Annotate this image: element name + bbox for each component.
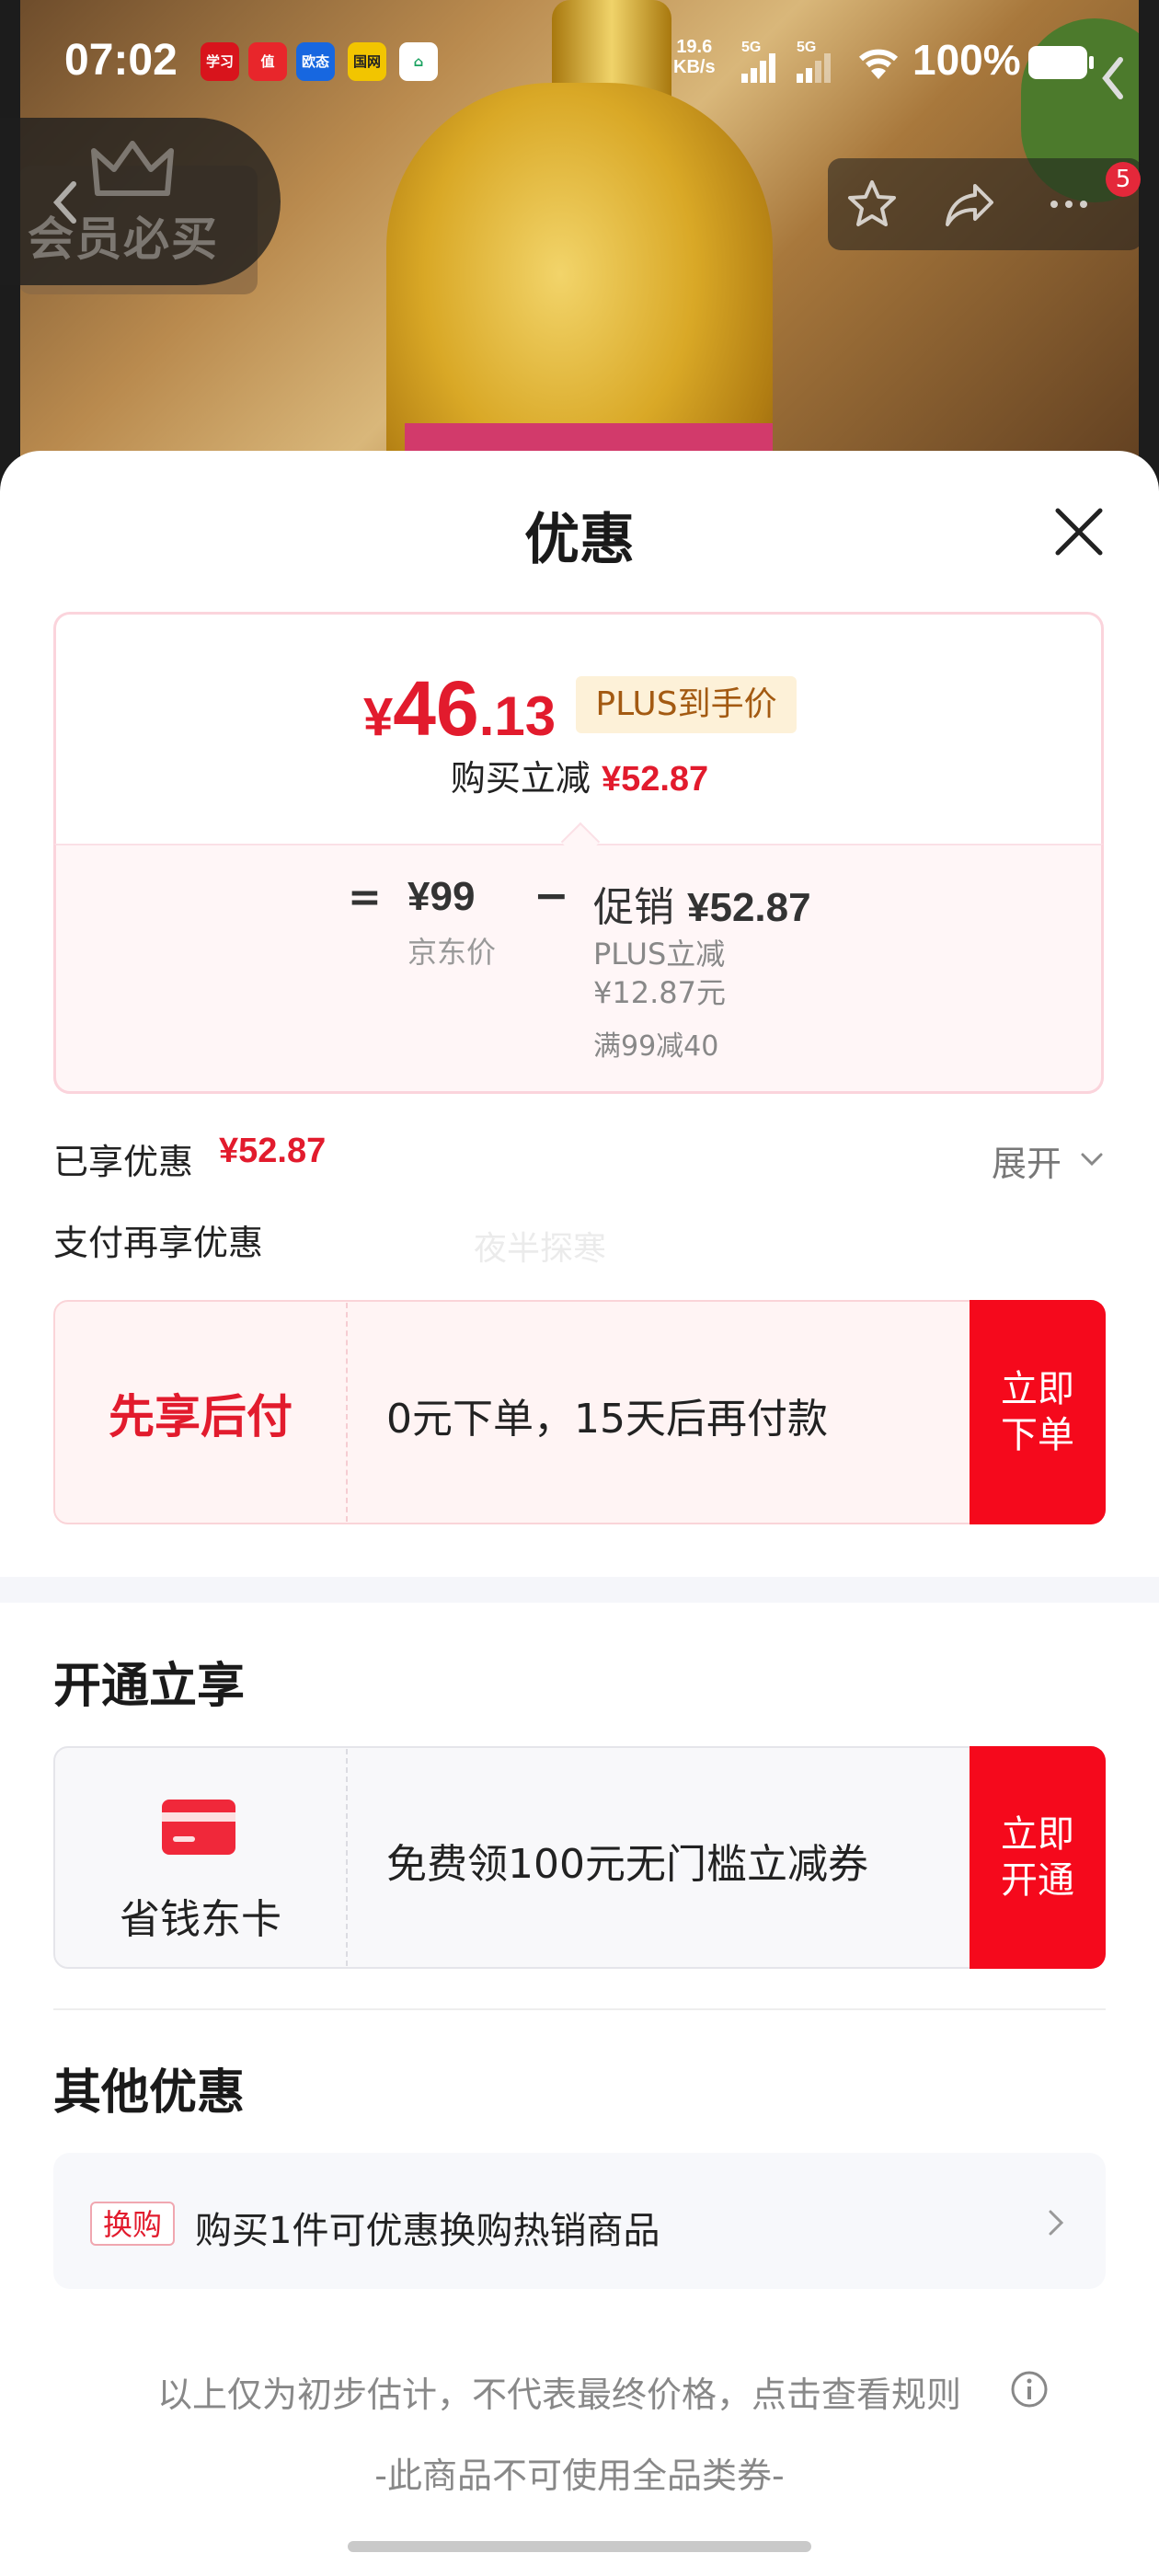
- disclaimer-link[interactable]: 以上仅为初步估计，不代表最终价格，点击查看规则: [0, 2366, 1159, 2417]
- equals-sign: =: [348, 874, 382, 921]
- card-name: 省钱东卡: [120, 1896, 281, 1943]
- divider: [53, 2008, 1106, 2010]
- cart-count-badge: 5: [1106, 162, 1141, 197]
- open-now-button[interactable]: 立即开通: [970, 1746, 1106, 1969]
- section-separator: [0, 1577, 1159, 1603]
- share-icon[interactable]: [942, 177, 997, 232]
- no-coupon-note: -此商品不可使用全品类券-: [374, 2455, 785, 2496]
- favorite-star-icon[interactable]: [844, 177, 900, 232]
- clock: 07:02: [64, 36, 178, 85]
- other-offers-title: 其他优惠: [53, 2065, 246, 2121]
- close-icon[interactable]: [1049, 501, 1109, 562]
- sheet-title: 优惠: [524, 508, 635, 572]
- swap-tag: 换购: [90, 2202, 175, 2246]
- member-label: 会员必买: [28, 213, 219, 266]
- crown-icon: [91, 141, 174, 196]
- promo-detail-plus-amount: ¥12.87元: [593, 975, 726, 1010]
- promo-total: 促销 ¥52.87: [593, 874, 811, 933]
- oupu-icon: 欧态: [296, 42, 335, 81]
- enjoyed-discount-label: 已享优惠: [53, 1142, 194, 1182]
- mall-icon: 国网: [348, 42, 386, 81]
- signal-1-icon: 5G: [741, 40, 775, 83]
- watermark: 夜半探寒: [474, 1230, 607, 1268]
- pay-more-discount-label: 支付再享优惠: [53, 1223, 264, 1263]
- final-price: ¥46.13: [363, 665, 557, 752]
- promo-value: ¥52.87: [687, 885, 811, 930]
- divider: [346, 1749, 348, 1966]
- battery-icon: [1028, 46, 1094, 79]
- divider: [346, 1303, 348, 1522]
- open-section-title: 开通立享: [53, 1659, 246, 1714]
- jd-price-label: 京东价: [407, 935, 497, 970]
- zhi-icon: 值: [248, 42, 287, 81]
- promo-detail-plus: PLUS立减: [593, 937, 726, 972]
- bnpl-description: 0元下单，15天后再付款: [386, 1396, 828, 1443]
- home-app-icon: ⌂: [399, 42, 438, 81]
- price-breakdown-panel: [53, 844, 1104, 1094]
- jd-price: ¥99: [407, 874, 476, 919]
- expand-button[interactable]: 展开: [992, 1135, 1061, 1186]
- app-red-icon: 学习: [201, 42, 239, 81]
- minus-sign: −: [534, 870, 569, 920]
- bnpl-title: 先享后付: [109, 1390, 293, 1443]
- reduce-label: 购买立减: [450, 758, 591, 799]
- status-bar: 07:02 学习 值 欧态 国网 ⌂ 19.6 KB/s 5G 5G 100%: [0, 0, 1159, 129]
- wifi-icon: [858, 49, 899, 79]
- svg-text:5G: 5G: [797, 40, 816, 55]
- battery-percent: 100%: [912, 36, 1021, 84]
- order-now-button[interactable]: 立即下单: [970, 1300, 1106, 1524]
- plus-price-tag: PLUS到手价: [576, 676, 797, 733]
- info-icon[interactable]: [1009, 2369, 1050, 2409]
- swap-description: 购买1件可优惠换购热销商品: [195, 2210, 660, 2252]
- card-icon: [162, 1800, 235, 1855]
- reduce-value: ¥52.87: [601, 760, 709, 799]
- svg-text:5G: 5G: [741, 40, 761, 55]
- chevron-down-icon[interactable]: [1078, 1145, 1106, 1173]
- network-speed: 19.6 KB/s: [673, 37, 716, 77]
- home-indicator[interactable]: [348, 2541, 811, 2552]
- more-icon[interactable]: [1041, 177, 1096, 232]
- edge-back-icon[interactable]: [1095, 51, 1131, 106]
- chevron-right-icon[interactable]: [1041, 2206, 1069, 2239]
- promo-label: 促销: [593, 884, 674, 931]
- promo-detail-full-reduction: 满99减40: [593, 1030, 719, 1063]
- signal-2-icon: 5G: [797, 40, 831, 83]
- card-description: 免费领100元无门槛立减券: [386, 1841, 868, 1888]
- instant-reduce-line: 购买立减 ¥52.87: [0, 750, 1159, 800]
- enjoyed-discount-value: ¥52.87: [219, 1132, 327, 1170]
